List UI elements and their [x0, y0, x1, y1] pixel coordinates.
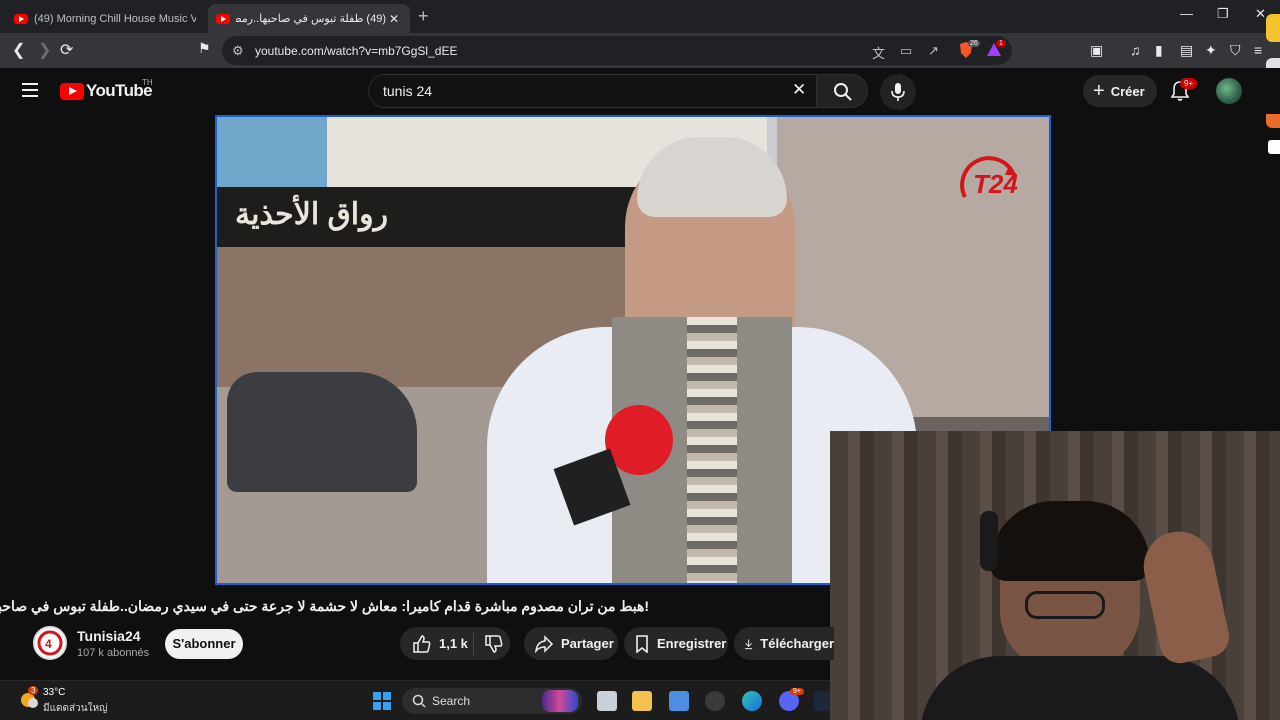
app-hexagon-icon[interactable] — [705, 691, 725, 711]
wallet-icon[interactable]: ▤ — [1180, 42, 1193, 59]
share-icon[interactable]: ↗ — [928, 43, 939, 59]
minimize-icon[interactable]: — — [1180, 6, 1193, 21]
search-highlight-icon — [542, 690, 578, 712]
region-code: TH — [142, 78, 153, 87]
like-icon[interactable] — [412, 634, 432, 654]
clear-search-icon[interactable]: ✕ — [792, 80, 806, 100]
voice-search-button[interactable] — [880, 74, 916, 110]
download-label: Télécharger — [760, 636, 834, 651]
dislike-icon[interactable] — [484, 634, 504, 654]
url-text: youtube.com/watch?v=mb7GgSl_dEE — [255, 44, 458, 58]
download-button[interactable]: Télécharger — [734, 627, 834, 660]
search-icon — [834, 83, 852, 101]
weather-temperature: 33°C — [43, 687, 66, 698]
subscribe-button[interactable]: S'abonner — [165, 629, 243, 659]
video-person-scarf — [687, 317, 737, 583]
webcam-glasses — [1025, 591, 1105, 619]
webcam-person-shirt — [920, 656, 1240, 720]
youtube-favicon-icon — [14, 13, 28, 24]
taskbar-search-icon — [412, 694, 426, 708]
tab-close-icon[interactable]: ✕ — [386, 12, 402, 26]
youtube-header: YouTube TH tunis 24 ✕ + Créer 9+ — [0, 68, 1280, 114]
account-avatar[interactable] — [1216, 78, 1242, 104]
bookmark-icon[interactable]: ⚑ — [198, 40, 211, 57]
windows-taskbar: 3 33°C มีแดดส่วนใหญ่ Search 9+ — [0, 680, 830, 720]
file-explorer-icon[interactable] — [632, 691, 652, 711]
share-button[interactable]: Partager — [524, 627, 618, 660]
shop-sign-text: رواق الأحذية — [235, 198, 389, 231]
site-info-icon[interactable]: ⚙ — [232, 43, 244, 59]
channel-name[interactable]: Tunisia24 — [77, 628, 141, 644]
browser-toolbar: ❮ ❯ ⟳ ⚑ ⚙ youtube.com/watch?v=mb7GgSl_dE… — [0, 33, 1280, 68]
restore-icon[interactable]: ❐ — [1217, 6, 1229, 22]
browser-tab-video[interactable]: (49) طفلة تبوس في صاحبها..رمضان ✕ — [208, 4, 410, 33]
reload-icon[interactable]: ⟳ — [60, 40, 73, 60]
tab-title: (49) Morning Chill House Music Vol.3 — [34, 12, 196, 25]
search-value: tunis 24 — [383, 83, 433, 99]
youtube-favicon-icon — [216, 13, 230, 24]
headphones-icon — [980, 511, 998, 571]
back-icon[interactable]: ❮ — [12, 40, 25, 60]
search-button[interactable] — [816, 74, 868, 108]
taskbar-search-placeholder: Search — [432, 694, 471, 708]
share-arrow-icon — [535, 634, 554, 653]
save-label: Enregistrer — [657, 636, 727, 651]
discord-badge: 9+ — [790, 688, 804, 695]
channel-logo-icon: 4 — [37, 630, 63, 656]
share-label: Partager — [561, 636, 614, 651]
screenshot-icon[interactable]: ▣ — [1090, 42, 1103, 59]
shield-count-badge: 26 — [968, 40, 980, 47]
browser-tab-music[interactable]: (49) Morning Chill House Music Vol.3 — [6, 4, 204, 33]
video-balcony-area — [217, 117, 327, 197]
forward-icon[interactable]: ❯ — [38, 40, 51, 60]
microsoft-store-icon[interactable] — [669, 691, 689, 711]
guide-menu-icon[interactable] — [22, 83, 38, 97]
video-title: !هبط من تران مصدوم مباشرة قدام كاميرا: م… — [0, 598, 649, 614]
edge-browser-icon[interactable] — [742, 691, 762, 711]
taskbar-search[interactable]: Search — [402, 688, 582, 714]
subscriber-count: 107 k abonnés — [77, 647, 150, 659]
browser-tab-strip: (49) Morning Chill House Music Vol.3 (49… — [0, 0, 1280, 33]
save-button[interactable]: Enregistrer — [624, 627, 728, 660]
create-button[interactable]: + Créer — [1083, 75, 1157, 107]
download-icon — [745, 638, 753, 649]
youtube-logo[interactable]: YouTube — [60, 81, 153, 101]
svg-text:4: 4 — [45, 637, 52, 651]
cast-icon[interactable]: ▭ — [900, 43, 912, 59]
like-divider — [473, 633, 474, 655]
like-count: 1,1 k — [439, 636, 468, 651]
windows-start-icon[interactable] — [372, 691, 392, 711]
tab-title: (49) طفلة تبوس في صاحبها..رمضان — [236, 13, 386, 25]
task-view-icon[interactable] — [597, 691, 617, 711]
youtube-play-icon — [60, 82, 84, 100]
steam-icon[interactable] — [814, 691, 830, 711]
notifications-badge: 9+ — [1180, 78, 1198, 89]
video-car — [227, 372, 417, 492]
translate-icon[interactable]: 文 — [872, 43, 885, 62]
search-input[interactable]: tunis 24 — [368, 74, 822, 108]
weather-description: มีแดดส่วนใหญ่ — [43, 703, 108, 714]
rewards-badge: 1 — [996, 40, 1006, 47]
menu-icon[interactable]: ≡ — [1254, 42, 1262, 58]
address-bar[interactable]: ⚙ youtube.com/watch?v=mb7GgSl_dEE 文 ▭ ↗ — [222, 36, 1012, 65]
music-icon[interactable]: ♫ — [1130, 42, 1141, 58]
channel-avatar[interactable]: 4 — [33, 626, 67, 660]
watermark-text: T24 — [973, 169, 1018, 199]
create-label: Créer — [1110, 83, 1145, 99]
vpn-icon[interactable]: ⛉ — [1230, 42, 1241, 59]
microphone-icon — [891, 83, 905, 101]
webcam-overlay — [830, 431, 1280, 720]
like-dislike-group: 1,1 k — [400, 627, 510, 660]
plus-icon: + — [1093, 79, 1105, 102]
new-tab-button[interactable]: + — [418, 6, 429, 27]
save-playlist-icon — [636, 634, 648, 653]
leo-ai-icon[interactable]: ✦ — [1205, 42, 1217, 59]
extension-tile-1[interactable] — [1266, 14, 1280, 42]
extension-tile-4[interactable] — [1268, 140, 1280, 154]
sidebar-icon[interactable]: ▮ — [1155, 42, 1163, 59]
